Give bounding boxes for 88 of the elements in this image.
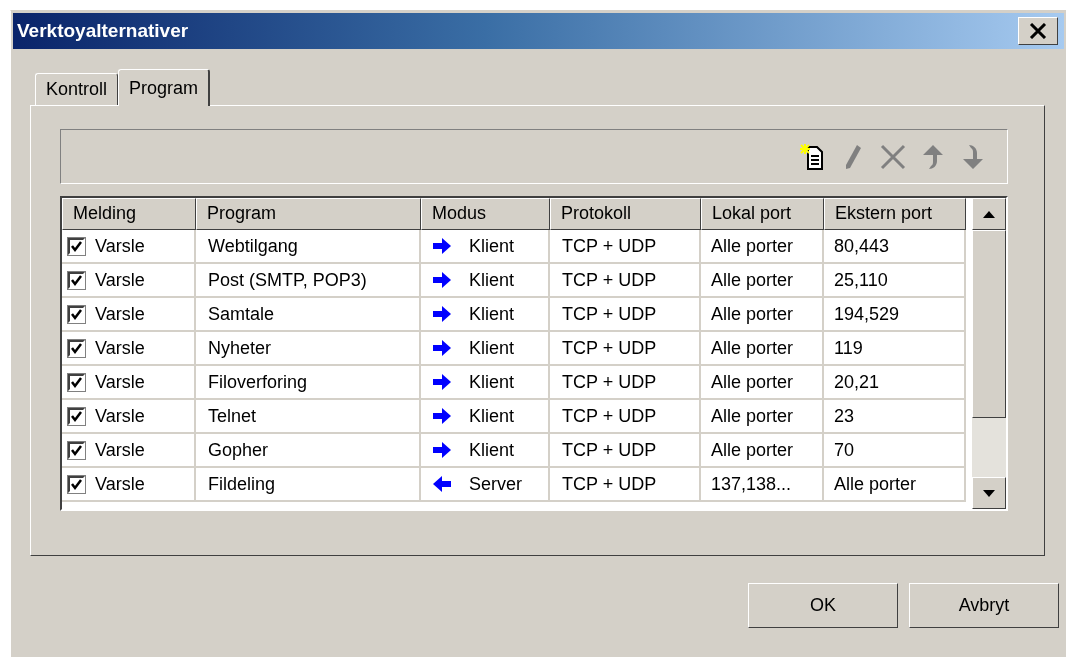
table-cell: TCP + UDP: [550, 400, 701, 434]
table-cell: TCP + UDP: [550, 434, 701, 468]
table-cell: Server: [469, 473, 522, 495]
table-cell: Alle porter: [701, 400, 824, 434]
table-cell: Alle porter: [701, 230, 824, 264]
up-triangle-icon: [983, 210, 995, 218]
table-cell: 80,443: [824, 230, 966, 264]
table-cell: Alle porter: [701, 366, 824, 400]
table-cell: Gopher: [196, 434, 421, 468]
checkbox[interactable]: [68, 271, 85, 289]
table-cell: 70: [824, 434, 966, 468]
table-cell: Alle porter: [701, 264, 824, 298]
table-cell: Filoverforing: [196, 366, 421, 400]
right-arrow-icon: [433, 306, 451, 322]
scroll-up-button[interactable]: [972, 198, 1006, 230]
table-cell: Varsle: [95, 235, 145, 257]
checkbox[interactable]: [68, 441, 85, 459]
column-header[interactable]: Protokoll: [550, 198, 701, 230]
table-cell: 20,21: [824, 366, 966, 400]
table-cell: Nyheter: [196, 332, 421, 366]
table-cell: 194,529: [824, 298, 966, 332]
dialog-button[interactable]: Avbryt: [909, 583, 1059, 628]
column-header[interactable]: Program: [196, 198, 421, 230]
checkbox[interactable]: [68, 339, 85, 357]
column-header[interactable]: Ekstern port: [824, 198, 966, 230]
column-header[interactable]: Melding: [62, 198, 196, 230]
window-title: Verktoyalternativer: [17, 20, 189, 42]
column-header[interactable]: Lokal port: [701, 198, 824, 230]
table-cell: Alle porter: [701, 298, 824, 332]
table-cell: Klient: [469, 439, 515, 461]
table-cell: TCP + UDP: [550, 230, 701, 264]
table-cell: TCP + UDP: [550, 468, 701, 502]
new-document-icon: [800, 142, 826, 171]
table-cell: Klient: [469, 405, 515, 427]
table-cell: 137,138...: [701, 468, 824, 502]
table-cell: Alle porter: [701, 434, 824, 468]
table-cell: Varsle: [95, 337, 145, 359]
table-cell: Samtale: [196, 298, 421, 332]
up-arrow-icon: [921, 143, 945, 170]
left-arrow-icon: [433, 476, 451, 492]
checkbox[interactable]: [68, 305, 85, 323]
scroll-thumb[interactable]: [972, 230, 1006, 418]
table-cell: Fildeling: [196, 468, 421, 502]
checkbox[interactable]: [68, 373, 85, 391]
dialog-button[interactable]: OK: [748, 583, 898, 628]
close-button[interactable]: [1018, 17, 1058, 45]
table-cell: 23: [824, 400, 966, 434]
table-cell: Klient: [469, 269, 515, 291]
table-cell: Klient: [469, 371, 515, 393]
table-cell: 25,110: [824, 264, 966, 298]
table-cell: Post (SMTP, POP3): [196, 264, 421, 298]
down-arrow-icon: [961, 143, 985, 170]
table-cell: Varsle: [95, 473, 145, 495]
down-triangle-icon: [983, 489, 995, 497]
column-header[interactable]: Modus: [421, 198, 550, 230]
checkbox[interactable]: [68, 237, 85, 255]
table-cell: Varsle: [95, 439, 145, 461]
right-arrow-icon: [433, 340, 451, 356]
checkbox[interactable]: [68, 407, 85, 425]
table-cell: Varsle: [95, 303, 145, 325]
table-cell: Varsle: [95, 269, 145, 291]
table-cell: Alle porter: [824, 468, 966, 502]
right-arrow-icon: [433, 442, 451, 458]
table-cell: Klient: [469, 303, 515, 325]
right-arrow-icon: [433, 374, 451, 390]
right-arrow-icon: [433, 238, 451, 254]
delete-icon: [880, 143, 906, 170]
table-cell: TCP + UDP: [550, 366, 701, 400]
scrollbar[interactable]: [972, 198, 1006, 509]
table-cell: TCP + UDP: [550, 264, 701, 298]
checkbox[interactable]: [68, 475, 85, 493]
tab[interactable]: Program: [118, 69, 211, 106]
table-cell: Klient: [469, 235, 515, 257]
table-cell: Varsle: [95, 405, 145, 427]
right-arrow-icon: [433, 272, 451, 288]
tab[interactable]: Kontroll: [35, 73, 119, 105]
close-icon: [1029, 23, 1047, 39]
table-cell: Klient: [469, 337, 515, 359]
table-cell: TCP + UDP: [550, 332, 701, 366]
table-cell: Varsle: [95, 371, 145, 393]
table-cell: 119: [824, 332, 966, 366]
table-cell: TCP + UDP: [550, 298, 701, 332]
right-arrow-icon: [433, 408, 451, 424]
table-cell: Webtilgang: [196, 230, 421, 264]
table-cell: Telnet: [196, 400, 421, 434]
pencil-icon: [844, 143, 862, 170]
scroll-down-button[interactable]: [972, 477, 1006, 509]
table-cell: Alle porter: [701, 332, 824, 366]
